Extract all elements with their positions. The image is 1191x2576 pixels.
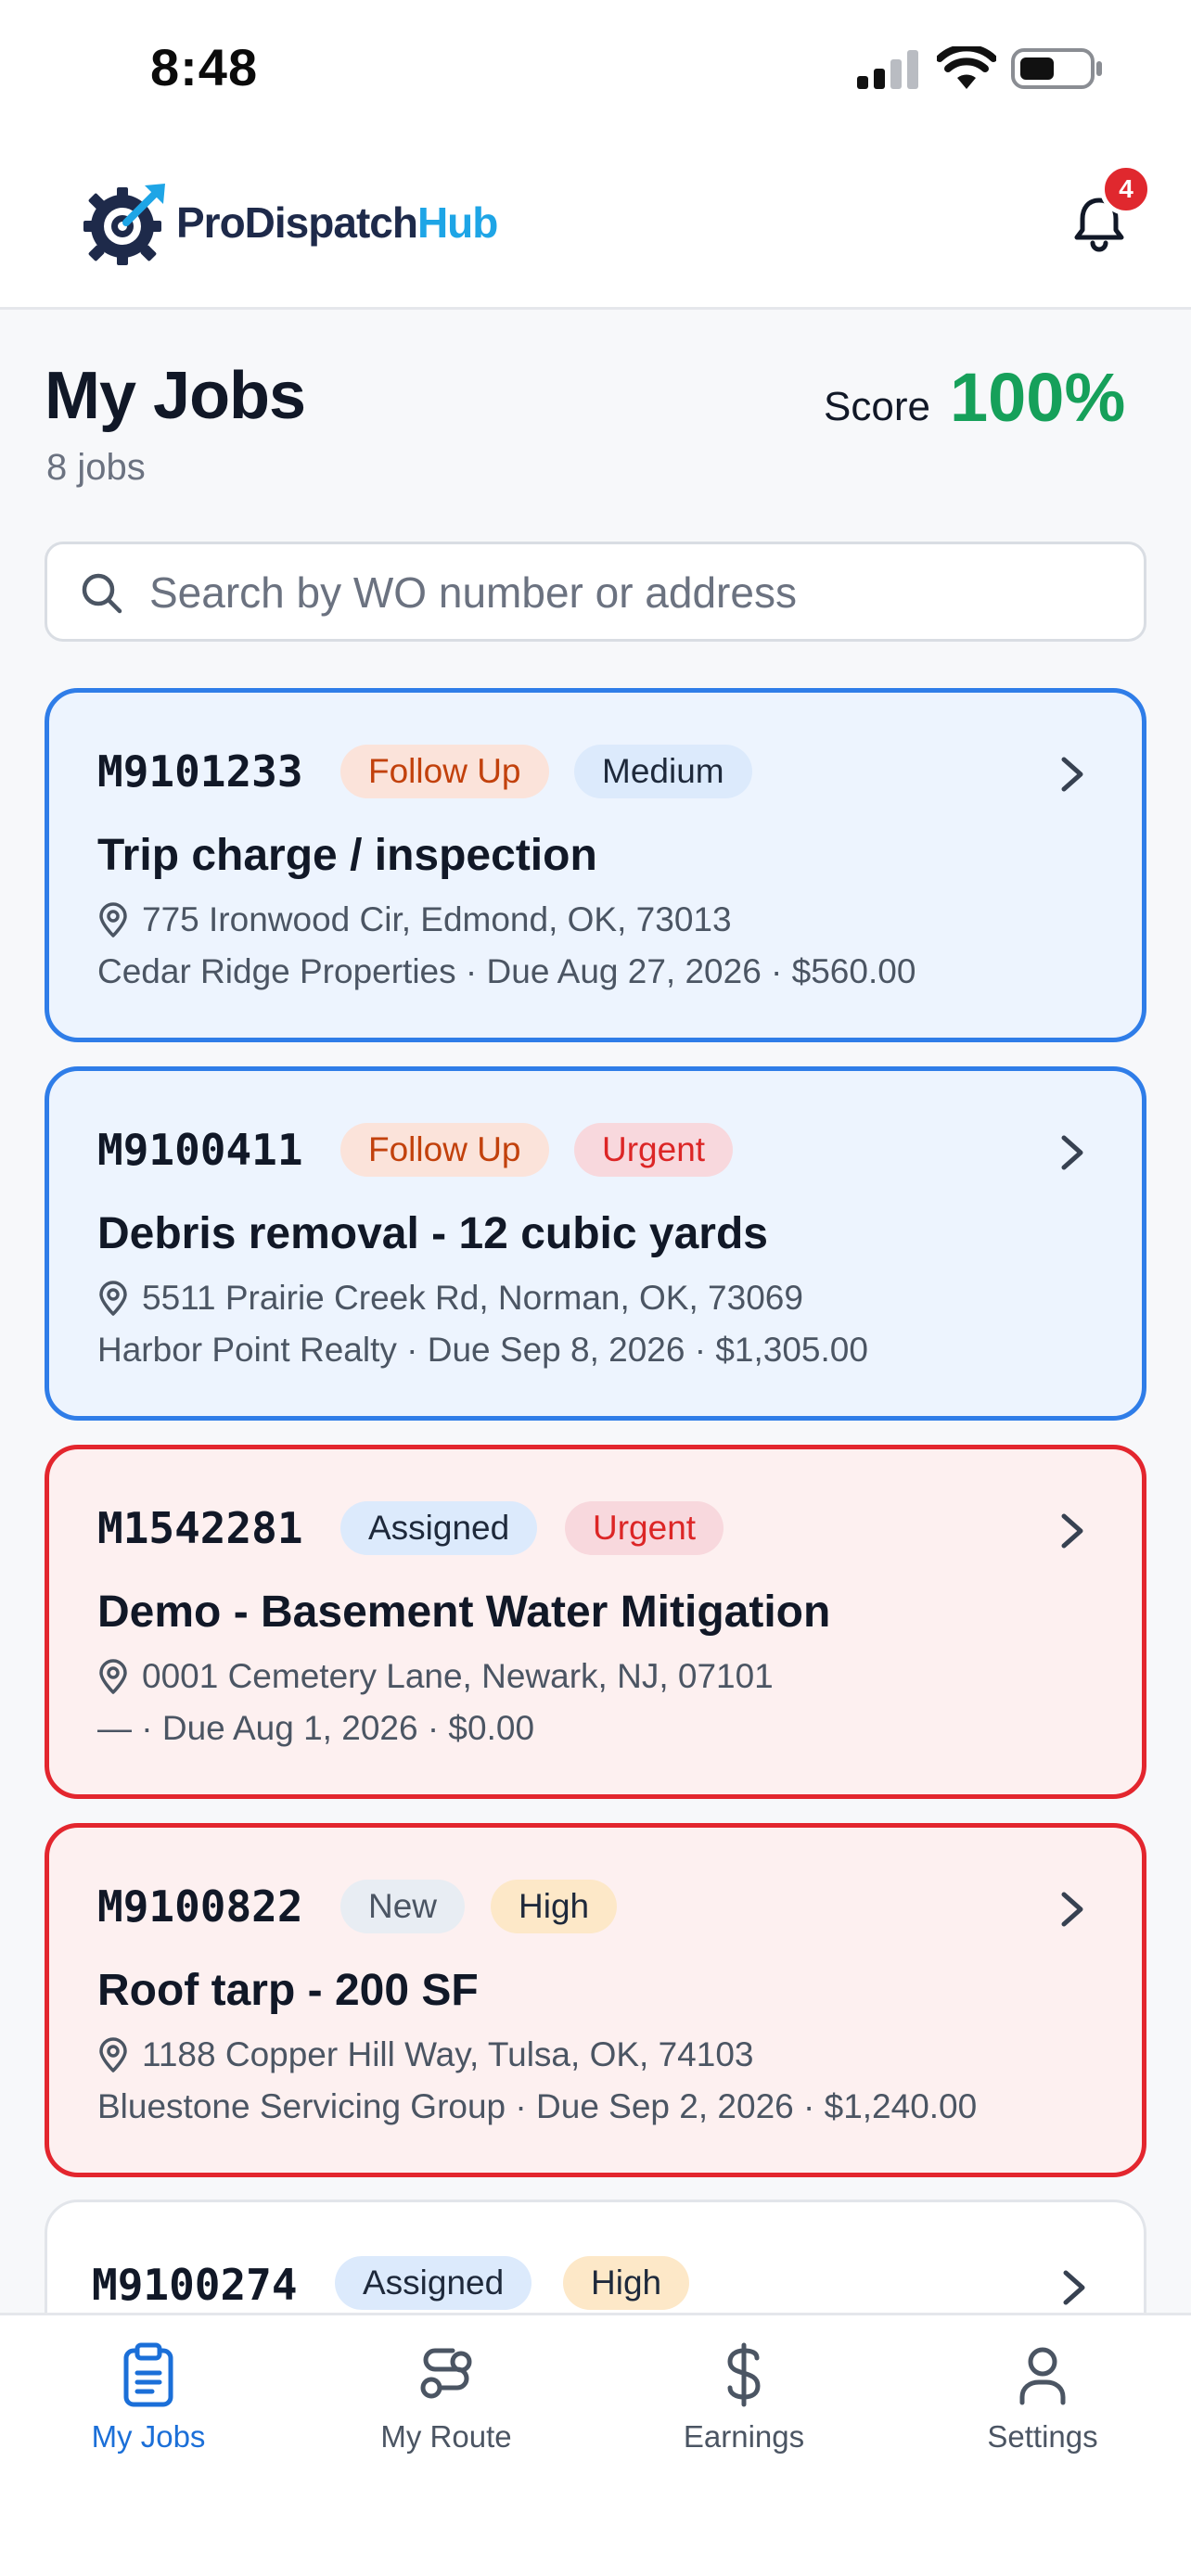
job-title: Trip charge / inspection	[97, 831, 597, 880]
nav-label: My Jobs	[91, 2419, 206, 2454]
priority-badge: High	[491, 1880, 618, 1933]
status-badge: New	[340, 1880, 466, 1933]
job-meta: Bluestone Servicing Group · Due Sep 2, 2…	[97, 2087, 978, 2125]
job-address: 0001 Cemetery Lane, Newark, NJ, 07101	[142, 1657, 774, 1695]
nav-label: Settings	[987, 2419, 1098, 2454]
status-badge: Assigned	[340, 1501, 538, 1555]
address-row: 5511 Prairie Creek Rd, Norman, OK, 73069	[97, 1279, 803, 1318]
user-icon	[1019, 2347, 1066, 2405]
chevron-right-icon	[1063, 2270, 1085, 2305]
job-list: M9101233 Follow Up Medium Trip charge / …	[0, 0, 1191, 2313]
location-pin-icon	[99, 902, 127, 937]
wo-number: M9100274	[92, 2260, 298, 2310]
job-meta: Cedar Ridge Properties · Due Aug 27, 202…	[97, 952, 916, 990]
job-address: 5511 Prairie Creek Rd, Norman, OK, 73069	[142, 1279, 803, 1317]
chevron-right-icon	[1061, 1135, 1083, 1170]
job-meta: Harbor Point Realty · Due Sep 8, 2026 · …	[97, 1331, 868, 1369]
priority-badge: Urgent	[565, 1501, 724, 1555]
chevron-right-icon	[1061, 1892, 1083, 1927]
job-card[interactable]: M9101233 Follow Up Medium Trip charge / …	[45, 688, 1146, 1042]
status-badge: Follow Up	[340, 1123, 549, 1177]
priority-badge: High	[563, 2256, 690, 2310]
chevron-right-icon	[1061, 1513, 1083, 1549]
priority-badge: Medium	[574, 745, 752, 798]
chevron-right-icon	[1061, 757, 1083, 792]
job-meta: — · Due Aug 1, 2026 · $0.00	[97, 1709, 535, 1747]
address-row: 1188 Copper Hill Way, Tulsa, OK, 74103	[97, 2035, 753, 2074]
job-card[interactable]: M9100822 New High Roof tarp - 200 SF 118…	[45, 1823, 1146, 2177]
priority-badge: Urgent	[574, 1123, 734, 1177]
location-pin-icon	[99, 2037, 127, 2072]
job-card[interactable]: M9100274 Assigned High	[45, 2200, 1146, 2313]
nav-item-earnings[interactable]: Earnings	[623, 2341, 864, 2480]
wo-number: M9101233	[97, 746, 303, 797]
clipboard-icon	[123, 2342, 173, 2407]
wo-number: M9100822	[97, 1881, 303, 1932]
bottom-nav: My Jobs My Route Earnings Settings	[0, 2313, 1191, 2576]
address-row: 775 Ironwood Cir, Edmond, OK, 73013	[97, 900, 732, 939]
location-pin-icon	[99, 1659, 127, 1694]
nav-label: My Route	[380, 2419, 512, 2454]
job-card[interactable]: M1542281 Assigned Urgent Demo - Basement…	[45, 1445, 1146, 1799]
job-title: Demo - Basement Water Mitigation	[97, 1588, 831, 1637]
job-card[interactable]: M9100411 Follow Up Urgent Debris removal…	[45, 1066, 1146, 1421]
nav-item-my-route[interactable]: My Route	[326, 2341, 567, 2480]
wo-number: M1542281	[97, 1503, 303, 1553]
status-badge: Assigned	[335, 2256, 532, 2310]
job-address: 775 Ironwood Cir, Edmond, OK, 73013	[142, 900, 732, 938]
nav-item-settings[interactable]: Settings	[922, 2341, 1163, 2480]
nav-label: Earnings	[683, 2419, 805, 2454]
nav-item-my-jobs[interactable]: My Jobs	[28, 2341, 269, 2480]
location-pin-icon	[99, 1281, 127, 1316]
dollar-icon	[727, 2342, 761, 2407]
job-title: Debris removal - 12 cubic yards	[97, 1209, 768, 1258]
status-badge: Follow Up	[340, 745, 549, 798]
route-icon	[420, 2348, 472, 2399]
job-title: Roof tarp - 200 SF	[97, 1966, 479, 2015]
wo-number: M9100411	[97, 1125, 303, 1175]
job-address: 1188 Copper Hill Way, Tulsa, OK, 74103	[142, 2035, 754, 2073]
address-row: 0001 Cemetery Lane, Newark, NJ, 07101	[97, 1657, 774, 1696]
